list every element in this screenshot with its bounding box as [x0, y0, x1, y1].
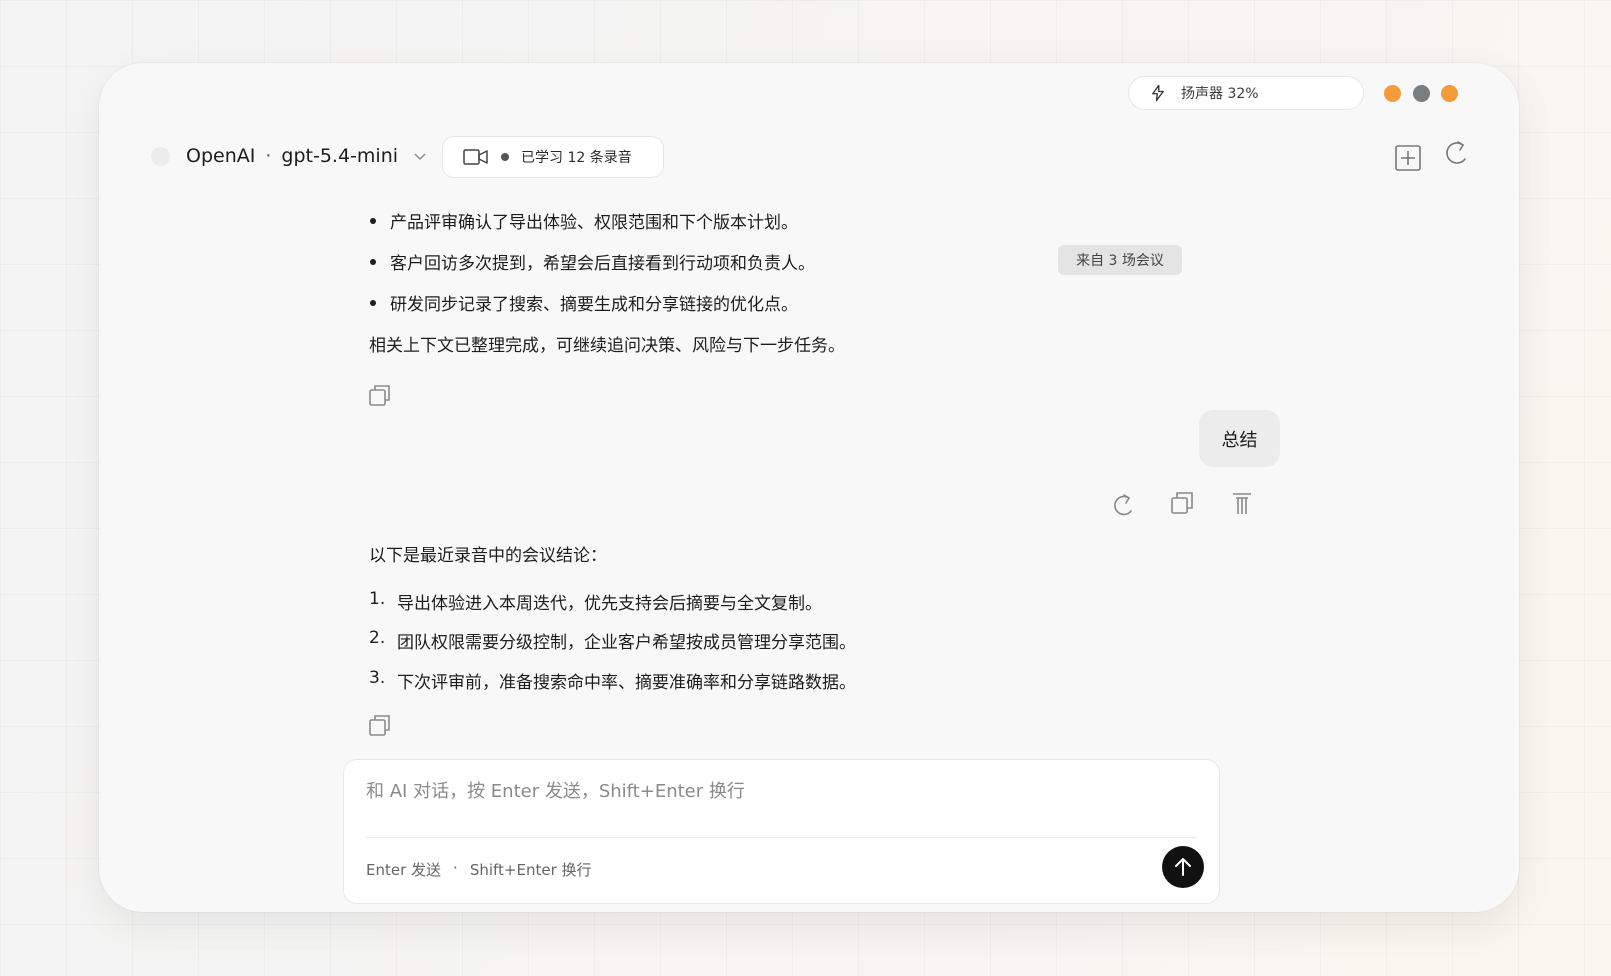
bullet-dot	[370, 217, 376, 224]
chevron-down-icon	[414, 153, 426, 160]
answer-intro: 以下是最近录音中的会议结论：	[369, 546, 607, 566]
speaker-label: 扬声器 32%	[1181, 86, 1259, 102]
item-text: 导出体验进入本周迭代，优先支持会后摘要与全文复制。	[397, 594, 822, 614]
item-number: 2.	[369, 628, 386, 648]
window-dot-orange-2[interactable]	[1441, 85, 1458, 102]
chat-input[interactable]	[366, 776, 1186, 806]
model-name: gpt-5.4-mini	[281, 145, 399, 167]
bullet-text: 研发同步记录了搜索、摘要生成和分享链接的优化点。	[390, 295, 798, 315]
source-badge[interactable]: 来自 3 场会议	[1058, 245, 1182, 275]
answer-item-3: 3. 下次评审前，准备搜索命中率、摘要准确率和分享链路数据。	[369, 668, 856, 693]
item-text: 下次评审前，准备搜索命中率、摘要准确率和分享链路数据。	[397, 673, 856, 693]
learned-recordings-pill[interactable]: 已学习 12 条录音	[442, 136, 664, 178]
provider-separator: ·	[265, 145, 272, 167]
chat-composer: Enter 发送 · Shift+Enter 换行	[343, 759, 1220, 904]
learned-label: 已学习 12 条录音	[521, 150, 632, 166]
provider-avatar	[151, 147, 170, 166]
arrow-up-icon	[1175, 858, 1191, 876]
item-number: 1.	[369, 589, 386, 609]
hint-send: Enter 发送	[366, 861, 442, 879]
answer-bullet-2: 客户回访多次提到，希望会后直接看到行动项和负责人。	[368, 249, 815, 274]
trash-icon[interactable]	[1229, 490, 1255, 516]
item-text: 团队权限需要分级控制，企业客户希望按成员管理分享范围。	[397, 633, 856, 653]
composer-hint: Enter 发送 · Shift+Enter 换行	[366, 859, 592, 880]
bullet-dot	[370, 258, 376, 265]
hint-newline: Shift+Enter 换行	[469, 861, 592, 879]
provider-name: OpenAI	[186, 145, 256, 167]
user-message-bubble: 总结	[1199, 410, 1280, 467]
composer-divider	[366, 837, 1197, 838]
status-bullet	[501, 153, 509, 161]
answer-closing: 相关上下文已整理完成，可继续追问决策、风险与下一步任务。	[369, 336, 845, 356]
answer-bullet-3: 研发同步记录了搜索、摘要生成和分享链接的优化点。	[368, 290, 798, 315]
answer-item-1: 1. 导出体验进入本周迭代，优先支持会后摘要与全文复制。	[369, 589, 822, 614]
copy-icon[interactable]	[1170, 490, 1196, 516]
bullet-text: 产品评审确认了导出体验、权限范围和下个版本计划。	[390, 213, 798, 233]
item-number: 3.	[369, 668, 386, 688]
hint-separator: ·	[453, 859, 458, 877]
send-button[interactable]	[1162, 846, 1204, 888]
bullet-text: 客户回访多次提到，希望会后直接看到行动项和负责人。	[390, 254, 815, 274]
video-camera-icon	[463, 149, 488, 165]
plus-square-icon[interactable]	[1394, 144, 1422, 172]
model-selector[interactable]: OpenAI · gpt-5.4-mini	[186, 145, 428, 167]
copy-icon[interactable]	[368, 383, 392, 407]
bullet-dot	[370, 299, 376, 306]
bolt-icon	[1152, 84, 1164, 102]
refresh-icon[interactable]	[1443, 139, 1471, 167]
window-dot-orange-1[interactable]	[1384, 85, 1401, 102]
regenerate-icon[interactable]	[1111, 492, 1137, 518]
answer-bullet-1: 产品评审确认了导出体验、权限范围和下个版本计划。	[368, 208, 798, 233]
answer-item-2: 2. 团队权限需要分级控制，企业客户希望按成员管理分享范围。	[369, 628, 856, 653]
window-dot-gray[interactable]	[1413, 85, 1430, 102]
speaker-status-pill[interactable]: 扬声器 32%	[1128, 76, 1364, 110]
copy-icon[interactable]	[368, 713, 392, 737]
